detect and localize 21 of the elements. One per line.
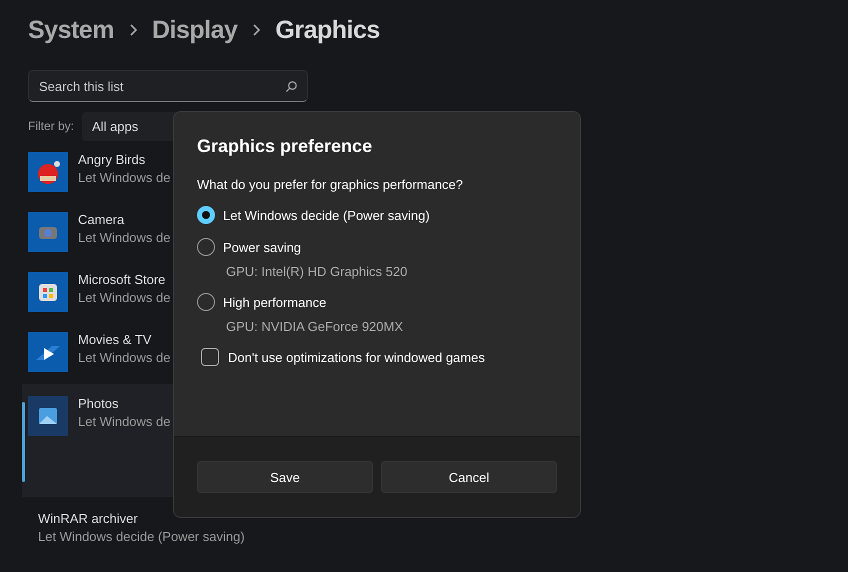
app-name: Microsoft Store [78, 272, 166, 287]
app-setting: Let Windows de [78, 350, 170, 365]
app-setting: Let Windows de [78, 230, 170, 245]
option-label: Let Windows decide (Power saving) [223, 208, 430, 222]
gpu-label: GPU: NVIDIA GeForce 920MX [225, 318, 404, 336]
filter-label: Filter by: [28, 119, 74, 133]
app-setting: Let Windows de [78, 414, 170, 429]
app-name: Photos [78, 396, 120, 411]
app-name: Angry Birds [78, 152, 146, 167]
app-setting: Let Windows decide (Power saving) [38, 529, 245, 544]
app-name: Movies & TV [78, 332, 152, 347]
app-setting: Let Windows de [78, 290, 170, 305]
breadcrumb-item: Graphics [275, 16, 380, 44]
app-setting: Let Windows de [78, 170, 170, 185]
gpu-label: GPU: Intel(R) HD Graphics 520 [225, 263, 408, 281]
option-label: Power saving [223, 240, 302, 254]
question-text: What do you prefer for graphics performance? [197, 177, 464, 192]
checkbox-label: Don't use optimizations for windowed games [228, 350, 485, 364]
app-name: WinRAR archiver [38, 511, 139, 526]
app-name: Camera [78, 212, 126, 227]
option-label: High performance [223, 294, 326, 310]
